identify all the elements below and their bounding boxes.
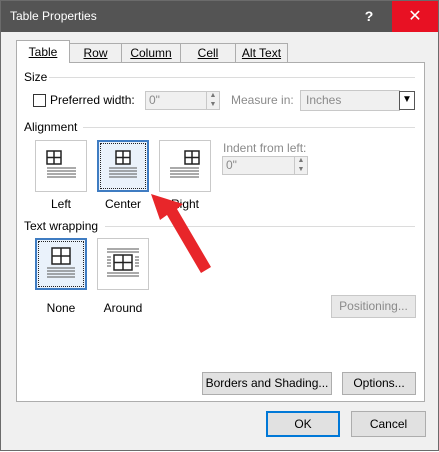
align-right-tile[interactable] — [159, 140, 211, 192]
ok-button[interactable]: OK — [266, 411, 340, 437]
borders-and-shading-button[interactable]: Borders and Shading... — [202, 372, 332, 395]
tab-column[interactable]: Column — [121, 43, 181, 62]
dialog-title: Table Properties — [10, 9, 97, 23]
spin-down-icon: ▼ — [297, 165, 305, 173]
tab-row[interactable]: Row — [69, 43, 122, 62]
spin-down-icon: ▼ — [209, 100, 217, 108]
align-left-icon — [46, 150, 76, 178]
align-center-icon — [109, 150, 137, 178]
measure-in-label: Measure in: — [231, 93, 294, 107]
wrap-around-icon — [107, 248, 139, 277]
borders-and-shading-label: Borders and Shading... — [205, 376, 329, 390]
measure-in-select[interactable]: Inches — [300, 90, 400, 111]
wrap-none-icon — [47, 247, 75, 278]
tab-alt-text[interactable]: Alt Text — [235, 43, 288, 62]
title-bar[interactable]: Table Properties ? ✕ — [1, 1, 438, 32]
spin-up-icon: ▲ — [297, 157, 305, 164]
align-left-tile[interactable] — [35, 140, 87, 192]
cancel-button[interactable]: Cancel — [351, 411, 426, 437]
close-icon: ✕ — [408, 8, 422, 25]
size-group-label: Size — [24, 70, 48, 84]
indent-from-left-input[interactable]: 0" — [222, 156, 295, 175]
tab-label: Alt Text — [241, 46, 282, 60]
alignment-divider — [83, 127, 415, 128]
tab-label: Table — [28, 45, 58, 59]
wrap-around-tile[interactable] — [97, 238, 149, 290]
align-right-label: Right — [170, 197, 199, 211]
text-wrapping-divider — [105, 226, 415, 227]
tab-label: Row — [83, 46, 108, 60]
tab-label: Cell — [197, 46, 219, 60]
table-properties-dialog: Table Properties ? ✕ Table Row Column Ce… — [0, 0, 439, 451]
preferred-width-spinner[interactable]: ▲ ▼ — [206, 91, 220, 110]
align-center-label: Center — [104, 197, 142, 211]
tab-cell[interactable]: Cell — [180, 43, 236, 62]
tab-table[interactable]: Table — [16, 40, 70, 63]
indent-spinner[interactable]: ▲ ▼ — [294, 156, 308, 175]
indent-from-left-label: Indent from left: — [223, 141, 307, 155]
align-right-icon — [170, 150, 200, 178]
align-left-label: Left — [50, 197, 71, 211]
text-wrapping-group-label: Text wrapping — [24, 219, 99, 233]
tab-label: Column — [130, 46, 172, 60]
help-button[interactable]: ? — [346, 1, 392, 32]
wrap-around-label: Around — [103, 301, 143, 315]
options-button[interactable]: Options... — [342, 372, 416, 395]
close-button[interactable]: ✕ — [392, 1, 438, 32]
preferred-width-checkbox[interactable] — [33, 94, 46, 107]
align-center-tile[interactable] — [97, 140, 149, 192]
size-divider — [49, 77, 415, 78]
options-label: Options... — [353, 376, 405, 390]
preferred-width-input[interactable]: 0" — [145, 91, 207, 110]
alignment-group-label: Alignment — [24, 120, 78, 134]
wrap-none-label: None — [46, 301, 76, 315]
positioning-button[interactable]: Positioning... — [331, 295, 416, 318]
preferred-width-label: Preferred width: — [50, 93, 135, 107]
chevron-down-icon[interactable]: ▼ — [399, 91, 415, 110]
spin-up-icon: ▲ — [209, 92, 217, 99]
wrap-none-tile[interactable] — [35, 238, 87, 290]
